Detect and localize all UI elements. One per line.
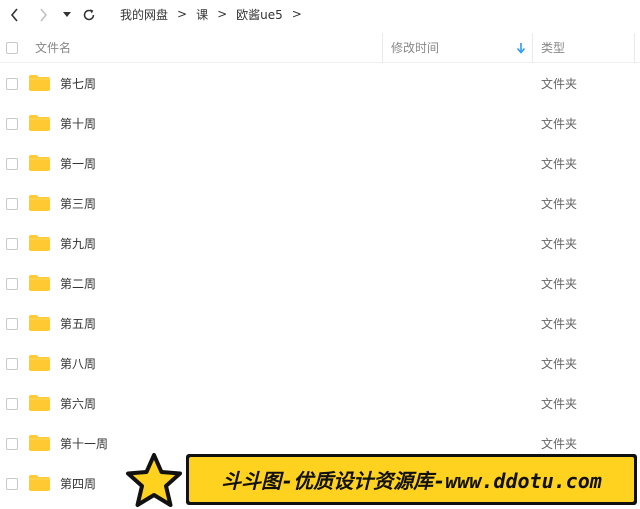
- row-checkbox[interactable]: [6, 318, 18, 330]
- watermark-text: 斗斗图-优质设计资源库-www.ddotu.com: [221, 469, 602, 493]
- file-type: 文件夹: [541, 197, 578, 211]
- file-type: 文件夹: [541, 157, 578, 171]
- file-name[interactable]: 第八周: [60, 344, 96, 384]
- column-divider[interactable]: [634, 33, 635, 63]
- row-checkbox[interactable]: [6, 438, 18, 450]
- folder-icon: [29, 235, 50, 251]
- breadcrumb-item-current[interactable]: 欧酱ue5: [236, 6, 283, 23]
- folder-icon: [29, 395, 50, 411]
- file-type: 文件夹: [541, 317, 578, 331]
- table-row[interactable]: 第十周 文件夹: [0, 104, 640, 144]
- file-name[interactable]: 第十一周: [60, 424, 108, 464]
- breadcrumb-separator: >: [177, 7, 188, 21]
- select-all-checkbox[interactable]: [6, 42, 18, 54]
- file-type: 文件夹: [541, 77, 578, 91]
- row-checkbox[interactable]: [6, 398, 18, 410]
- breadcrumb-separator: >: [217, 7, 228, 21]
- row-checkbox[interactable]: [6, 238, 18, 250]
- star-icon: [126, 453, 182, 507]
- file-type: 文件夹: [541, 237, 578, 251]
- file-name[interactable]: 第七周: [60, 64, 96, 104]
- table-row[interactable]: 第六周 文件夹: [0, 384, 640, 424]
- column-header-modified[interactable]: 修改时间: [391, 33, 439, 63]
- file-name[interactable]: 第九周: [60, 224, 96, 264]
- back-button[interactable]: [4, 4, 26, 26]
- table-row[interactable]: 第一周 文件夹: [0, 144, 640, 184]
- folder-icon: [29, 115, 50, 131]
- history-dropdown-button[interactable]: [58, 4, 76, 26]
- table-row[interactable]: 第八周 文件夹: [0, 344, 640, 384]
- table-row[interactable]: 第三周 文件夹: [0, 184, 640, 224]
- row-checkbox[interactable]: [6, 158, 18, 170]
- table-row[interactable]: 第五周 文件夹: [0, 304, 640, 344]
- refresh-icon: [83, 9, 95, 21]
- folder-icon: [29, 155, 50, 171]
- file-name[interactable]: 第五周: [60, 304, 96, 344]
- file-name[interactable]: 第四周: [60, 464, 96, 504]
- row-checkbox[interactable]: [6, 358, 18, 370]
- breadcrumb: 我的网盘 > 课 > 欧酱ue5 >: [120, 6, 311, 22]
- navigation-bar: 我的网盘 > 课 > 欧酱ue5 >: [0, 0, 640, 30]
- file-type: 文件夹: [541, 277, 578, 291]
- table-row[interactable]: 第七周 文件夹: [0, 64, 640, 104]
- breadcrumb-separator: >: [291, 7, 302, 21]
- file-list: 第七周 文件夹 第十周 文件夹 第一周 文件夹 第三周 文件夹 第九周 文件夹 …: [0, 64, 640, 504]
- file-name[interactable]: 第十周: [60, 104, 96, 144]
- sort-down-arrow-icon[interactable]: [516, 42, 526, 54]
- file-name[interactable]: 第一周: [60, 144, 96, 184]
- watermark-inner: 斗斗图-优质设计资源库-www.ddotu.com: [189, 457, 634, 502]
- watermark-box: 斗斗图-优质设计资源库-www.ddotu.com: [186, 454, 637, 505]
- file-name[interactable]: 第三周: [60, 184, 96, 224]
- folder-icon: [29, 315, 50, 331]
- row-checkbox[interactable]: [6, 78, 18, 90]
- breadcrumb-item-course[interactable]: 课: [196, 6, 208, 23]
- column-header-name[interactable]: 文件名: [35, 33, 71, 63]
- folder-icon: [29, 275, 50, 291]
- watermark-banner: 斗斗图-优质设计资源库-www.ddotu.com: [124, 452, 640, 509]
- row-checkbox[interactable]: [6, 118, 18, 130]
- file-type: 文件夹: [541, 357, 578, 371]
- refresh-button[interactable]: [78, 4, 100, 26]
- file-name[interactable]: 第二周: [60, 264, 96, 304]
- breadcrumb-item-root[interactable]: 我的网盘: [120, 6, 168, 23]
- caret-down-icon: [63, 12, 71, 17]
- file-type: 文件夹: [541, 397, 578, 411]
- folder-icon: [29, 75, 50, 91]
- chevron-right-icon: [40, 8, 48, 22]
- column-divider[interactable]: [532, 33, 533, 63]
- folder-icon: [29, 195, 50, 211]
- row-checkbox[interactable]: [6, 278, 18, 290]
- row-checkbox[interactable]: [6, 478, 18, 490]
- row-checkbox[interactable]: [6, 198, 18, 210]
- file-name[interactable]: 第六周: [60, 384, 96, 424]
- chevron-left-icon: [10, 8, 18, 22]
- forward-button[interactable]: [32, 4, 54, 26]
- file-list-header: 文件名 修改时间 类型: [0, 33, 640, 63]
- file-type: 文件夹: [541, 117, 578, 131]
- folder-icon: [29, 355, 50, 371]
- folder-icon: [29, 475, 50, 491]
- table-row[interactable]: 第九周 文件夹: [0, 224, 640, 264]
- column-divider[interactable]: [382, 33, 383, 63]
- folder-icon: [29, 435, 50, 451]
- column-header-type[interactable]: 类型: [541, 33, 565, 63]
- table-row[interactable]: 第二周 文件夹: [0, 264, 640, 304]
